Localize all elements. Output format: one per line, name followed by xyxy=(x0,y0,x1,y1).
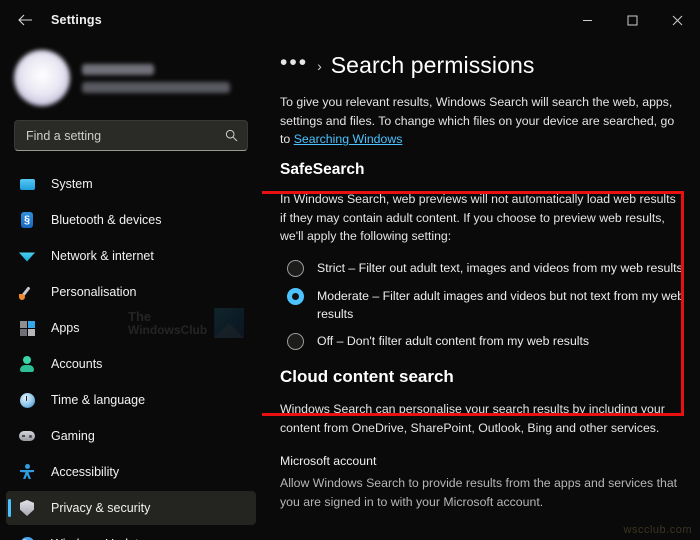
profile-text-blurred xyxy=(82,63,230,93)
safesearch-description: In Windows Search, web previews will not… xyxy=(280,192,676,244)
sidebar-item-accounts[interactable]: Accounts xyxy=(6,347,256,381)
back-arrow-icon xyxy=(17,14,32,26)
searching-windows-link[interactable]: Searching Windows xyxy=(294,132,403,146)
search-input[interactable]: Find a setting xyxy=(14,120,248,151)
microsoft-account-description: Allow Windows Search to provide results … xyxy=(280,476,678,509)
avatar xyxy=(14,50,70,106)
sidebar-nav: System § Bluetooth & devices Network & i… xyxy=(0,167,262,540)
sidebar-item-label: System xyxy=(51,177,93,191)
cloud-content-search-heading: Cloud content search xyxy=(280,366,454,386)
page-description: To give you relevant results, Windows Se… xyxy=(280,93,680,149)
cloud-content-search-description: Windows Search can personalise your sear… xyxy=(280,401,665,435)
sidebar-item-bluetooth-devices[interactable]: § Bluetooth & devices xyxy=(6,203,256,237)
clock-icon xyxy=(18,391,36,409)
cloud-content-search-section: Cloud content search Windows Search can … xyxy=(280,367,692,511)
sidebar-item-personalisation[interactable]: Personalisation xyxy=(6,275,256,309)
sidebar-item-label: Privacy & security xyxy=(51,501,151,515)
sidebar-item-windows-update[interactable]: ↻ Windows Update xyxy=(6,527,256,540)
minimize-button[interactable] xyxy=(565,0,610,40)
safesearch-radio-group: Strict – Filter out adult text, images a… xyxy=(280,259,692,351)
sidebar-item-accessibility[interactable]: Accessibility xyxy=(6,455,256,489)
maximize-icon xyxy=(627,15,638,25)
sidebar-item-privacy-security[interactable]: Privacy & security xyxy=(6,491,256,525)
profile-email-blurred xyxy=(82,81,230,93)
sidebar-item-label: Accessibility xyxy=(51,465,120,479)
sidebar-item-label: Network & internet xyxy=(51,249,154,263)
main-content: ••• › Search permissions To give you rel… xyxy=(262,40,700,540)
account-icon xyxy=(18,355,36,373)
sidebar-item-label: Accounts xyxy=(51,357,103,371)
brush-icon xyxy=(18,283,36,301)
safesearch-section: SafeSearch In Windows Search, web previe… xyxy=(280,161,692,351)
sidebar-item-label: Apps xyxy=(51,321,80,335)
gamepad-icon xyxy=(18,427,36,445)
sidebar-item-label: Personalisation xyxy=(51,285,137,299)
safesearch-option-label: Moderate – Filter adult images and video… xyxy=(317,288,685,321)
system-icon xyxy=(18,175,36,193)
user-profile[interactable] xyxy=(0,44,262,116)
window-controls xyxy=(565,0,700,40)
safesearch-option-label: Strict – Filter out adult text, images a… xyxy=(317,261,683,276)
search-placeholder: Find a setting xyxy=(26,128,102,143)
sidebar-item-system[interactable]: System xyxy=(6,167,256,201)
sidebar-item-network-internet[interactable]: Network & internet xyxy=(6,239,256,273)
profile-name-blurred xyxy=(82,63,154,75)
maximize-button[interactable] xyxy=(610,0,655,40)
radio-button[interactable] xyxy=(287,260,304,278)
sidebar-item-apps[interactable]: Apps xyxy=(6,311,256,345)
shield-icon xyxy=(18,499,36,517)
close-button[interactable] xyxy=(655,0,700,40)
safesearch-option-moderate[interactable]: Moderate – Filter adult images and video… xyxy=(287,287,692,324)
update-icon: ↻ xyxy=(18,535,36,540)
bluetooth-icon: § xyxy=(18,211,36,229)
back-button[interactable] xyxy=(8,6,42,34)
safesearch-option-label: Off – Don't filter adult content from my… xyxy=(317,334,590,349)
sidebar-item-label: Time & language xyxy=(51,393,146,407)
title-bar: Settings xyxy=(0,0,700,40)
breadcrumb: ••• › Search permissions xyxy=(280,52,692,79)
radio-button-selected[interactable] xyxy=(287,287,304,305)
wifi-icon xyxy=(18,247,36,265)
sidebar-item-label: Bluetooth & devices xyxy=(51,213,162,227)
minimize-icon xyxy=(583,19,592,21)
chevron-right-icon: › xyxy=(317,57,322,74)
safesearch-option-off[interactable]: Off – Don't filter adult content from my… xyxy=(287,332,692,351)
breadcrumb-overflow-button[interactable]: ••• xyxy=(280,52,308,79)
sidebar-item-label: Gaming xyxy=(51,429,95,443)
safesearch-heading: SafeSearch xyxy=(280,161,365,179)
radio-button[interactable] xyxy=(287,333,304,351)
apps-icon xyxy=(18,319,36,337)
accessibility-icon xyxy=(18,463,36,481)
microsoft-account-label: Microsoft account xyxy=(280,454,377,469)
safesearch-option-strict[interactable]: Strict – Filter out adult text, images a… xyxy=(287,259,692,278)
sidebar: Find a setting System § Bluetooth & devi… xyxy=(0,40,262,540)
search-icon xyxy=(225,129,238,142)
app-title: Settings xyxy=(51,13,102,27)
page-title: Search permissions xyxy=(330,52,535,78)
sidebar-item-time-language[interactable]: Time & language xyxy=(6,383,256,417)
sidebar-item-gaming[interactable]: Gaming xyxy=(6,419,256,453)
close-icon xyxy=(672,15,683,25)
